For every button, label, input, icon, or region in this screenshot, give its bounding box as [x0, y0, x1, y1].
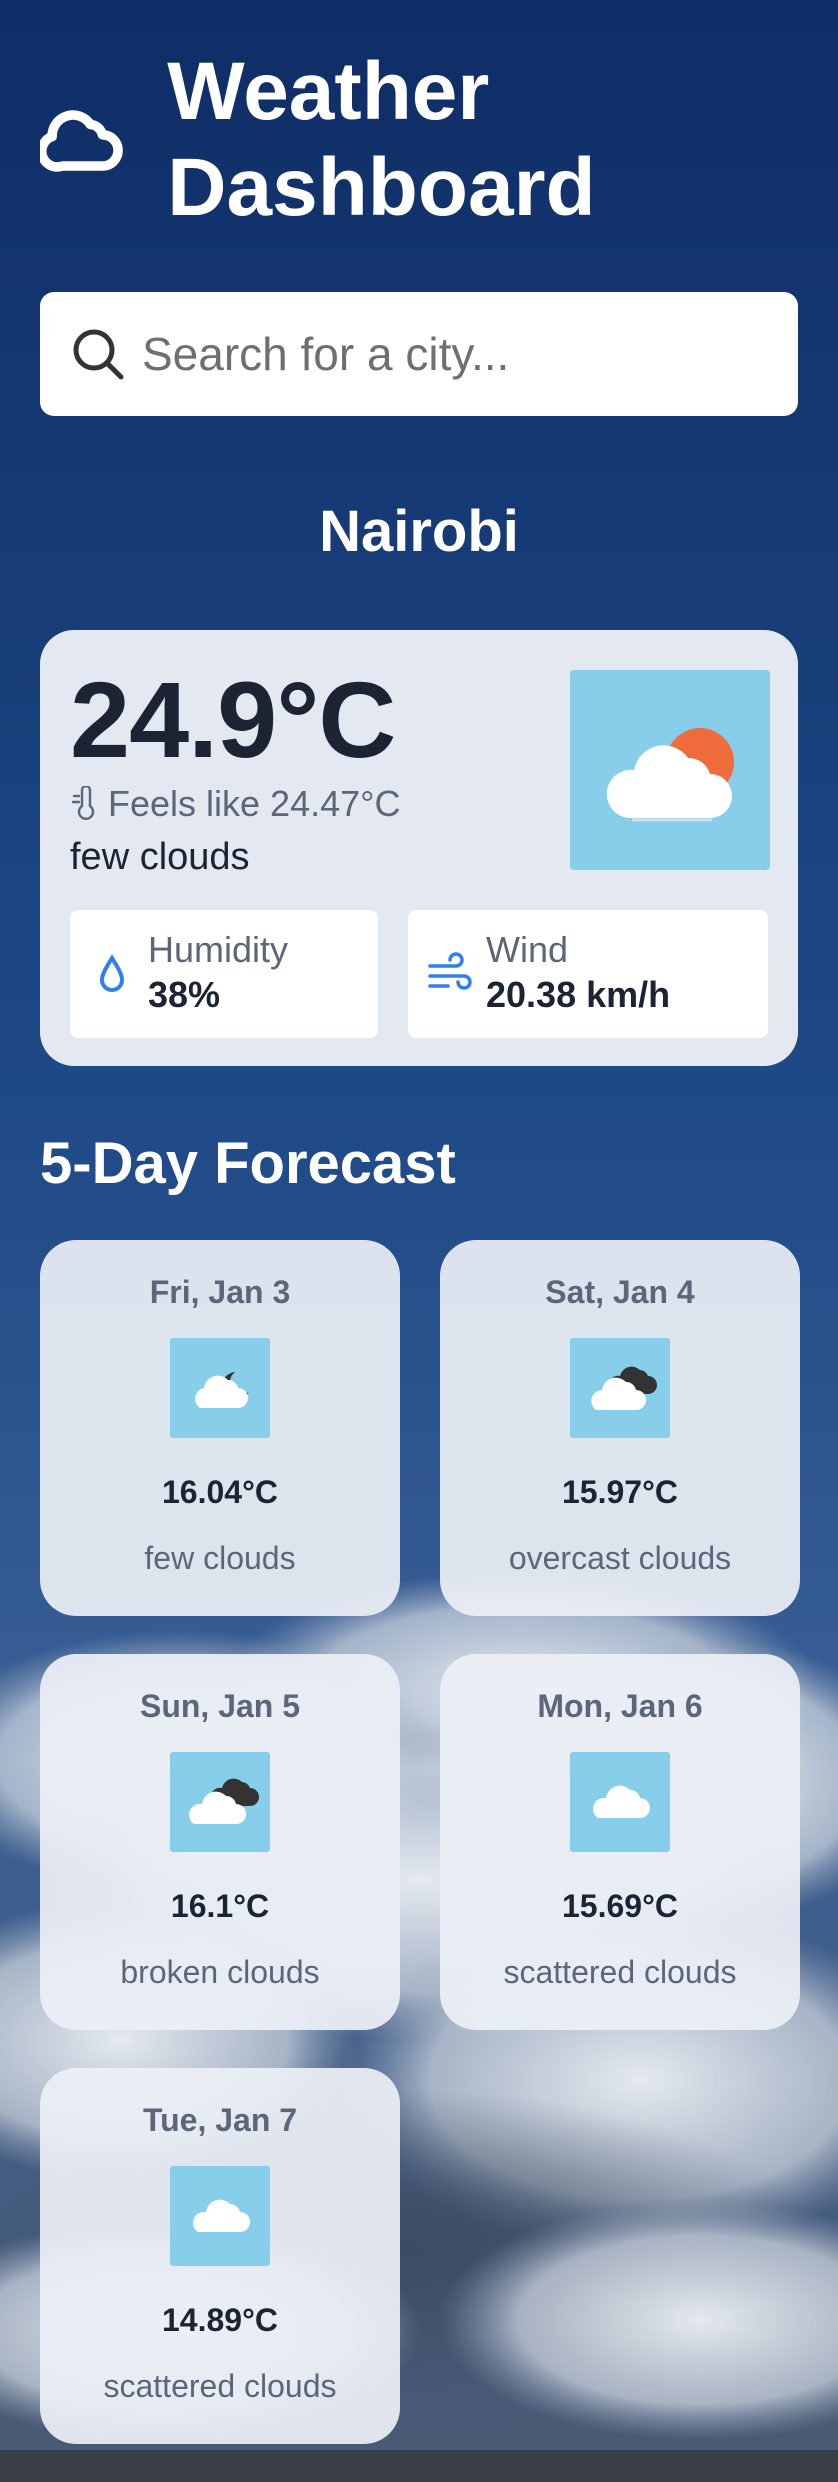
page-title: Weather Dashboard [167, 46, 596, 233]
humidity-label: Humidity [148, 929, 289, 970]
humidity-value: 38% [148, 974, 221, 1015]
current-temperature: 24.9°C [70, 659, 396, 780]
forecast-desc: scattered clouds [103, 2368, 337, 2404]
forecast-card: Mon, Jan 6 15.69°C scattered clouds [440, 1654, 800, 2030]
feels-like-text: Feels like 24.47°C [108, 783, 401, 824]
cloud-icon [570, 1752, 670, 1852]
forecast-card: Sat, Jan 4 15.97°C overcast clouds [440, 1240, 800, 1616]
forecast-desc: overcast clouds [508, 1540, 732, 1576]
forecast-desc: broken clouds [120, 1954, 320, 1990]
forecast-day: Sun, Jan 5 [139, 1688, 301, 1724]
current-weather-card: 24.9°C Feels like 24.47°C few clouds Hum… [40, 630, 798, 1066]
overcast-clouds-icon [570, 1338, 670, 1438]
cloud-icon [170, 2166, 270, 2266]
search-icon [73, 329, 124, 380]
forecast-card: Tue, Jan 7 14.89°C scattered clouds [40, 2068, 400, 2444]
thermometer-icon [71, 786, 95, 820]
search-bar[interactable] [40, 292, 798, 416]
forecast-desc: scattered clouds [503, 1954, 737, 1990]
forecast-desc: few clouds [144, 1540, 296, 1576]
wind-label: Wind [486, 929, 569, 970]
forecast-day: Fri, Jan 3 [149, 1274, 291, 1310]
feels-like: Feels like 24.47°C [70, 782, 401, 826]
weather-description: few clouds [70, 836, 250, 878]
partly-cloudy-sun-icon [570, 670, 770, 870]
forecast-temp: 16.04°C [162, 1474, 278, 1510]
forecast-title: 5-Day Forecast [40, 1131, 456, 1196]
broken-clouds-icon [170, 1752, 270, 1852]
forecast-temp: 15.97°C [562, 1474, 678, 1510]
forecast-day: Tue, Jan 7 [142, 2102, 298, 2138]
forecast-day: Sat, Jan 4 [545, 1274, 695, 1310]
forecast-card: Fri, Jan 3 16.04°C few clouds [40, 1240, 400, 1616]
cloud-logo-icon [40, 110, 123, 172]
humidity-panel: Humidity 38% [70, 910, 378, 1038]
search-input[interactable] [142, 327, 782, 381]
wind-icon [428, 952, 472, 990]
wind-value: 20.38 km/h [486, 974, 671, 1015]
city-name: Nairobi [319, 499, 519, 564]
droplet-icon [99, 954, 125, 992]
cloud-night-icon [170, 1338, 270, 1438]
forecast-card: Sun, Jan 5 16.1°C broken clouds [40, 1654, 400, 2030]
forecast-temp: 14.89°C [162, 2302, 278, 2338]
forecast-day: Mon, Jan 6 [537, 1688, 703, 1724]
forecast-temp: 16.1°C [170, 1888, 270, 1924]
app-header: Weather Dashboard [40, 44, 838, 236]
forecast-temp: 15.69°C [562, 1888, 678, 1924]
wind-panel: Wind 20.38 km/h [408, 910, 768, 1038]
